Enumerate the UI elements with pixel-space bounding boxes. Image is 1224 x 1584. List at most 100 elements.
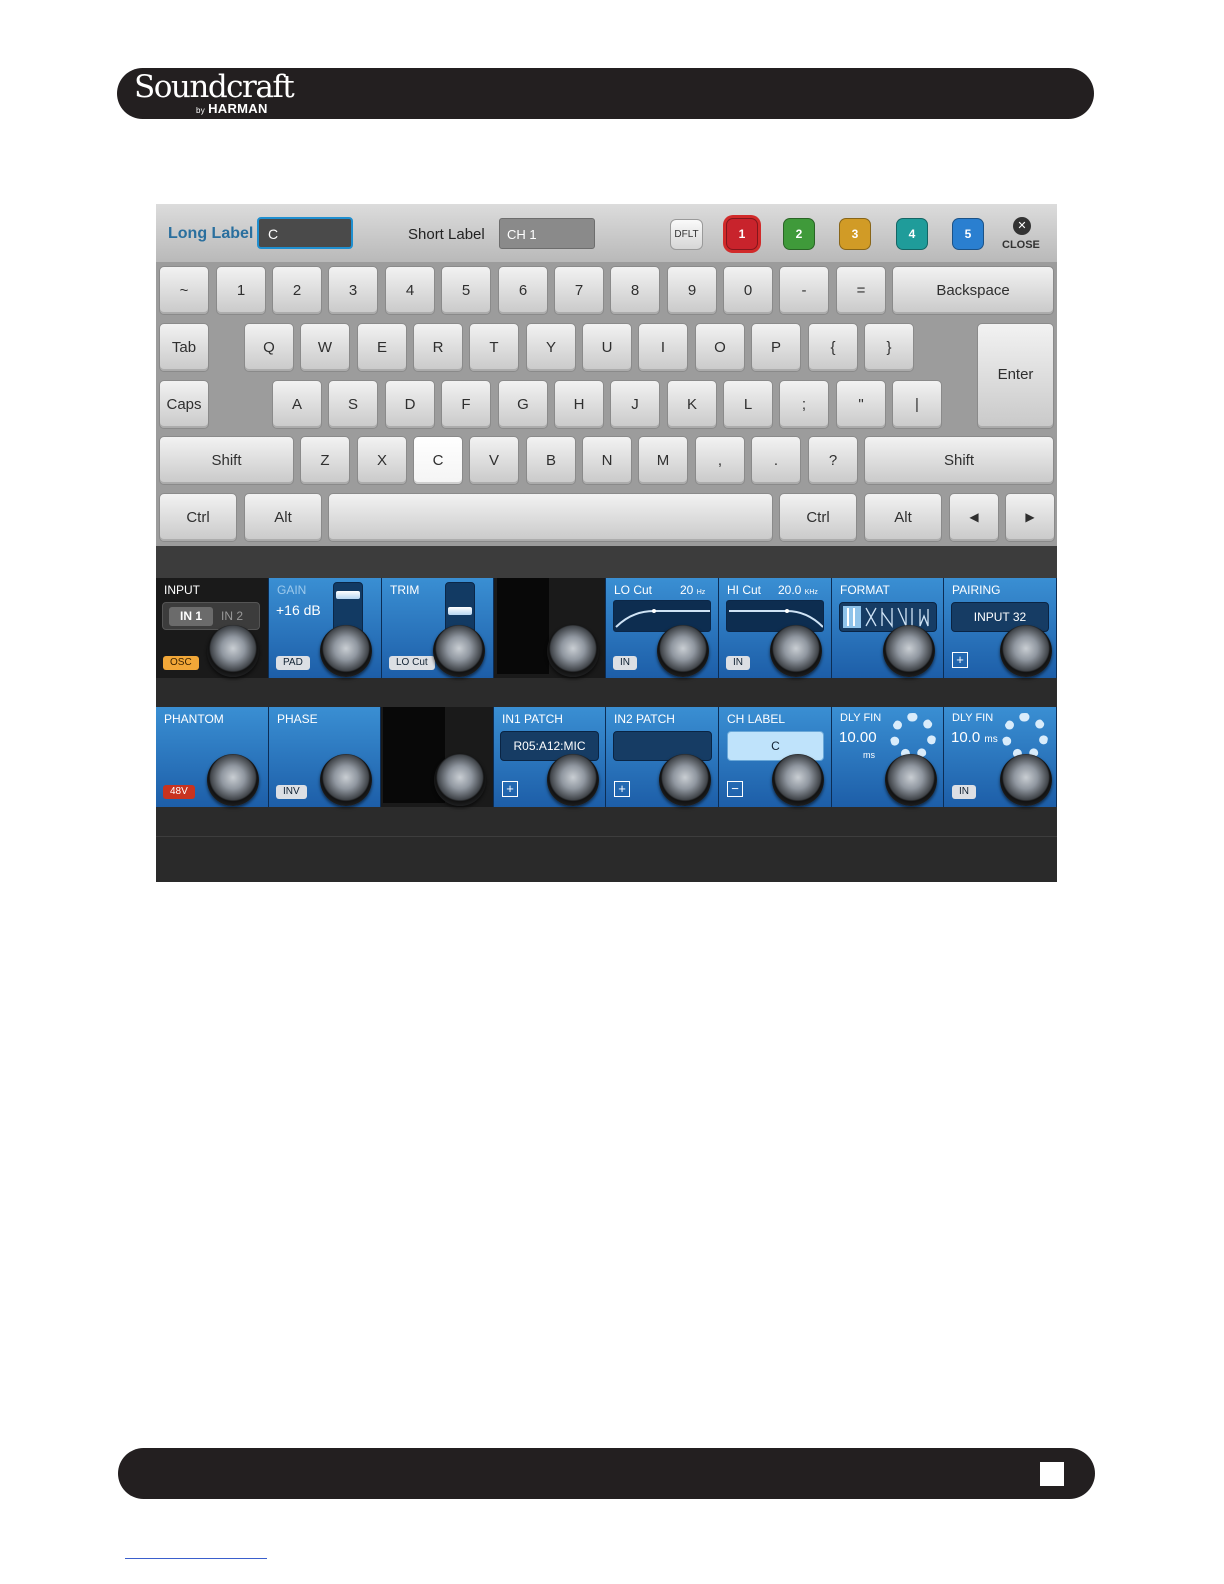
key-o[interactable]: O <box>695 323 745 372</box>
empty-knob-1[interactable] <box>547 625 599 677</box>
key-alt-right[interactable]: Alt <box>864 493 942 542</box>
key-ctrl-left[interactable]: Ctrl <box>159 493 237 542</box>
key-c[interactable]: C <box>413 436 463 485</box>
phase-knob[interactable] <box>320 754 372 806</box>
arrow-left-icon[interactable]: ◀ <box>949 493 999 542</box>
key-tilde[interactable]: ~ <box>159 266 209 315</box>
key-t[interactable]: T <box>469 323 519 372</box>
hi-cut-in-button[interactable]: IN <box>726 656 750 670</box>
key-right-brace[interactable]: } <box>864 323 914 372</box>
key-shift-right[interactable]: Shift <box>864 436 1054 485</box>
key-q[interactable]: Q <box>244 323 294 372</box>
key-6[interactable]: 6 <box>498 266 548 315</box>
key-v[interactable]: V <box>469 436 519 485</box>
long-label-field[interactable]: C <box>257 217 353 249</box>
in2-patch-plus-icon[interactable]: + <box>614 781 630 797</box>
key-8[interactable]: 8 <box>610 266 660 315</box>
key-7[interactable]: 7 <box>554 266 604 315</box>
key-space[interactable] <box>328 493 773 542</box>
lo-cut-button[interactable]: LO Cut <box>389 656 435 670</box>
ch-label-minus-icon[interactable]: − <box>727 781 743 797</box>
key-s[interactable]: S <box>328 380 378 429</box>
key-1[interactable]: 1 <box>216 266 266 315</box>
color-button-4[interactable]: 4 <box>896 218 928 250</box>
pairing-plus-icon[interactable]: + <box>952 652 968 668</box>
close-button-label[interactable]: CLOSE <box>1002 239 1040 251</box>
hi-cut-knob[interactable] <box>770 625 822 677</box>
key-4[interactable]: 4 <box>385 266 435 315</box>
key-r[interactable]: R <box>413 323 463 372</box>
key-alt-left[interactable]: Alt <box>244 493 322 542</box>
key-p[interactable]: P <box>751 323 801 372</box>
hi-cut-curve[interactable] <box>726 600 824 632</box>
key-semicolon[interactable]: ; <box>779 380 829 429</box>
phantom-knob[interactable] <box>207 754 259 806</box>
color-button-1[interactable]: 1 <box>726 218 758 250</box>
key-quote[interactable]: " <box>836 380 886 429</box>
key-period[interactable]: . <box>751 436 801 485</box>
key-d[interactable]: D <box>385 380 435 429</box>
key-h[interactable]: H <box>554 380 604 429</box>
default-button[interactable]: DFLT <box>670 219 703 250</box>
pad-button[interactable]: PAD <box>276 656 310 670</box>
dly-fin-knob-1[interactable] <box>885 754 937 806</box>
dly-fin-in-button[interactable]: IN <box>952 785 976 799</box>
key-y[interactable]: Y <box>526 323 576 372</box>
in1-patch-knob[interactable] <box>547 754 599 806</box>
key-caps[interactable]: Caps <box>159 380 209 429</box>
phantom-48v-button[interactable]: 48V <box>163 785 195 799</box>
osc-button[interactable]: OSC <box>163 656 199 670</box>
gain-fader-cap[interactable] <box>336 591 360 599</box>
key-j[interactable]: J <box>610 380 660 429</box>
lo-cut-in-button[interactable]: IN <box>613 656 637 670</box>
format-knob[interactable] <box>883 625 935 677</box>
key-9[interactable]: 9 <box>667 266 717 315</box>
key-3[interactable]: 3 <box>328 266 378 315</box>
key-x[interactable]: X <box>357 436 407 485</box>
key-shift-left[interactable]: Shift <box>159 436 294 485</box>
trim-knob[interactable] <box>433 625 485 677</box>
key-f[interactable]: F <box>441 380 491 429</box>
key-pipe[interactable]: | <box>892 380 942 429</box>
short-label-field[interactable]: CH 1 <box>499 218 595 249</box>
color-button-5[interactable]: 5 <box>952 218 984 250</box>
key-m[interactable]: M <box>638 436 688 485</box>
in2-option[interactable]: IN 2 <box>221 607 243 626</box>
key-w[interactable]: W <box>300 323 350 372</box>
dly-fin-knob-2[interactable] <box>1000 754 1052 806</box>
empty-knob-2[interactable] <box>434 754 486 806</box>
input-knob[interactable] <box>207 625 259 677</box>
input-selector[interactable]: IN 1 IN 2 <box>162 602 260 630</box>
ch-label-knob[interactable] <box>772 754 824 806</box>
color-button-2[interactable]: 2 <box>783 218 815 250</box>
key-a[interactable]: A <box>272 380 322 429</box>
trim-fader-cap[interactable] <box>448 607 472 615</box>
key-5[interactable]: 5 <box>441 266 491 315</box>
key-enter[interactable]: Enter <box>977 323 1054 429</box>
lo-cut-curve[interactable] <box>613 600 711 632</box>
in2-patch-knob[interactable] <box>659 754 711 806</box>
key-minus[interactable]: - <box>779 266 829 315</box>
key-backspace[interactable]: Backspace <box>892 266 1054 315</box>
lo-cut-knob[interactable] <box>657 625 709 677</box>
close-icon[interactable]: ✕ <box>1013 217 1031 235</box>
gain-knob[interactable] <box>320 625 372 677</box>
key-i[interactable]: I <box>638 323 688 372</box>
key-l[interactable]: L <box>723 380 773 429</box>
key-2[interactable]: 2 <box>272 266 322 315</box>
phase-inv-button[interactable]: INV <box>276 785 307 799</box>
key-question[interactable]: ? <box>808 436 858 485</box>
key-tab[interactable]: Tab <box>159 323 209 372</box>
key-b[interactable]: B <box>526 436 576 485</box>
pairing-knob[interactable] <box>1000 625 1052 677</box>
key-z[interactable]: Z <box>300 436 350 485</box>
arrow-right-icon[interactable]: ▶ <box>1005 493 1055 542</box>
key-n[interactable]: N <box>582 436 632 485</box>
in1-patch-plus-icon[interactable]: + <box>502 781 518 797</box>
in1-option[interactable]: IN 1 <box>169 607 213 626</box>
key-k[interactable]: K <box>667 380 717 429</box>
color-button-3[interactable]: 3 <box>839 218 871 250</box>
key-comma[interactable]: , <box>695 436 745 485</box>
key-e[interactable]: E <box>357 323 407 372</box>
format-selector[interactable] <box>839 602 937 632</box>
